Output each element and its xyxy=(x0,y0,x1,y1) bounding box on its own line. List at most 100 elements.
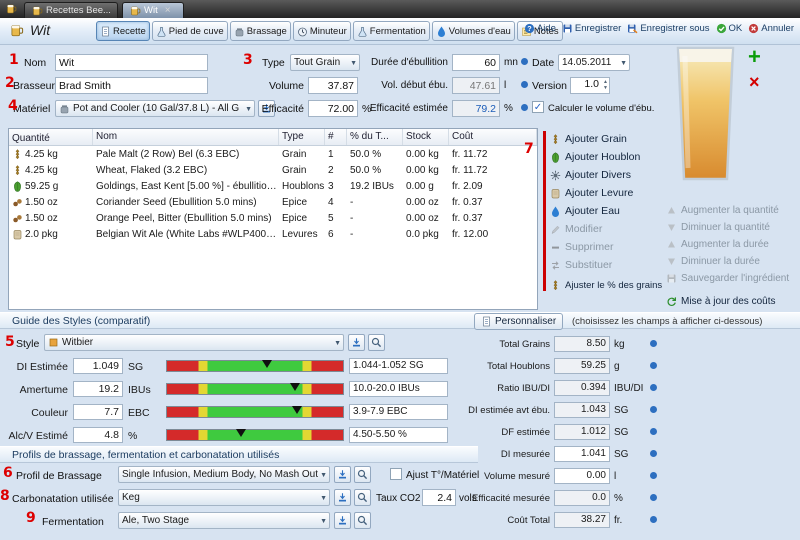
chevron-down-icon: ▼ xyxy=(350,60,357,67)
brassage-profile-value: Single Infusion, Medium Body, No Mash Ou… xyxy=(122,469,318,480)
nom-input[interactable] xyxy=(55,54,208,71)
toolbar-enregistrer-button[interactable]: Enregistrer xyxy=(562,23,621,34)
style-select[interactable]: Witbier ▼ xyxy=(44,334,344,351)
cell-name: Coriander Seed (Ebullition 5.0 mins) xyxy=(93,197,279,208)
column-header-[interactable]: # xyxy=(325,129,347,145)
version-stepper[interactable]: 1.0 ▲▼ xyxy=(570,77,610,94)
action-ajouter-grain[interactable]: Ajouter Grain xyxy=(550,131,627,147)
tab-close-icon[interactable]: × xyxy=(165,5,171,16)
action-label: Augmenter la quantité xyxy=(681,205,779,216)
carbonatation-select[interactable]: Keg ▼ xyxy=(118,489,330,506)
view-button-label: Recette xyxy=(113,26,146,37)
view-button-pied-de-cuve[interactable]: Pied de cuve xyxy=(152,21,228,41)
hop-icon xyxy=(12,181,23,192)
brasseur-input[interactable] xyxy=(55,77,208,94)
type-select[interactable]: Tout Grain ▼ xyxy=(290,54,360,71)
carbonatation-pick-button[interactable] xyxy=(334,489,351,506)
stat-unit: SG xyxy=(614,449,628,460)
brassage-profile-select[interactable]: Single Infusion, Medium Body, No Mash Ou… xyxy=(118,466,330,483)
info-dot-icon xyxy=(650,428,657,435)
cell-number: 3 xyxy=(325,181,347,192)
cell-stock: 0.0 pkg xyxy=(403,229,449,240)
stat-label: DI mesurée xyxy=(466,449,550,460)
tab-wit[interactable]: Wit × xyxy=(122,2,184,18)
gauge-range: 1.044-1.052 SG xyxy=(349,358,448,374)
efficacite-input[interactable] xyxy=(308,100,358,117)
cancel-icon xyxy=(748,23,759,34)
gauge-range: 3.9-7.9 EBC xyxy=(349,404,448,420)
yeast-icon xyxy=(12,229,23,240)
column-header-nom[interactable]: Nom xyxy=(93,129,279,145)
personnaliser-button[interactable]: Personnaliser xyxy=(474,313,563,330)
ingredient-row[interactable]: 4.25 kgWheat, Flaked (3.2 EBC)Grain250.0… xyxy=(9,162,537,178)
annotation-number-6: 6 xyxy=(3,466,13,480)
spinner-icon[interactable]: ▲▼ xyxy=(603,80,608,91)
add-image-button[interactable]: + xyxy=(748,46,761,68)
column-header-du-t[interactable]: % du T... xyxy=(347,129,403,145)
stat-value[interactable]: 1.041 xyxy=(554,446,610,462)
stat-row-di-mesur-e: DI mesurée 1.041 SG xyxy=(466,446,696,463)
view-button-recette[interactable]: Recette xyxy=(96,21,150,41)
action-mise-jour-des-co-ts[interactable]: Mise à jour des coûts xyxy=(666,293,776,309)
stat-row-di-estim-e-avt-bu: DI estimée avt ébu.1.043SG xyxy=(466,402,696,419)
action-ajuster-le-des-grains[interactable]: Ajuster le % des grains xyxy=(550,277,662,293)
duree-input[interactable] xyxy=(452,54,500,71)
column-header-type[interactable]: Type xyxy=(279,129,325,145)
action-ajouter-eau[interactable]: Ajouter Eau xyxy=(550,203,620,219)
toolbar-ok-button[interactable]: OK xyxy=(716,23,743,34)
carbonatation-search-button[interactable] xyxy=(354,489,371,506)
ingredient-row[interactable]: 1.50 oz Coriander Seed (Ebullition 5.0 mi… xyxy=(9,194,537,210)
view-button-brassage[interactable]: Brassage xyxy=(230,21,291,41)
style-search-button[interactable] xyxy=(368,334,385,351)
cell-number: 1 xyxy=(325,149,347,160)
view-button-minuteur[interactable]: Minuteur xyxy=(293,21,351,41)
view-button-volumes-d-eau[interactable]: Volumes d'eau xyxy=(432,21,515,41)
stat-unit: g xyxy=(614,361,620,372)
volume-input[interactable] xyxy=(308,77,358,94)
quantity-value: 1.50 oz xyxy=(25,197,58,208)
brassage-search-button[interactable] xyxy=(354,466,371,483)
yeast-icon xyxy=(550,188,561,199)
action-label: Sauvegarder l'ingrédient xyxy=(681,273,789,284)
style-pick-button[interactable] xyxy=(348,334,365,351)
action-ajouter-houblon[interactable]: Ajouter Houblon xyxy=(550,149,640,165)
gauge-bar xyxy=(166,383,344,395)
ingredient-row[interactable]: 59.25 gGoldings, East Kent [5.00 %] - éb… xyxy=(9,178,537,194)
style-swatch-icon xyxy=(48,337,59,348)
cell-percent: - xyxy=(347,229,403,240)
fermentation-search-button[interactable] xyxy=(354,512,371,529)
tab-recettes[interactable]: Recettes Bee... xyxy=(24,2,118,18)
column-header-quantit[interactable]: Quantité xyxy=(9,129,93,145)
cell-type: Grain xyxy=(279,149,325,160)
gauge-unit: SG xyxy=(128,361,143,373)
materiel-select[interactable]: Pot and Cooler (10 Gal/37.8 L) - All G ▼ xyxy=(55,100,255,117)
toolbar-annuler-button[interactable]: Annuler xyxy=(748,23,794,34)
toolbar-enregistrer-sous-button[interactable]: Enregistrer sous xyxy=(627,23,709,34)
action-ajouter-levure[interactable]: Ajouter Levure xyxy=(550,185,633,201)
view-button-fermentation[interactable]: Fermentation xyxy=(353,21,430,41)
ajust-checkbox[interactable] xyxy=(390,468,402,480)
info-dot-icon xyxy=(521,58,528,65)
ingredient-row[interactable]: 4.25 kgPale Malt (2 Row) Bel (6.3 EBC)Gr… xyxy=(9,146,537,162)
ingredient-row[interactable]: 2.0 pkgBelgian Wit Ale (White Labs #WLP4… xyxy=(9,226,537,242)
stat-value[interactable]: 0.00 xyxy=(554,468,610,484)
taux-co2-input[interactable] xyxy=(422,489,456,506)
stat-value: 1.043 xyxy=(554,402,610,418)
action-ajouter-divers[interactable]: Ajouter Divers xyxy=(550,167,631,183)
customize-hint: (choisissez les champs à afficher ci-des… xyxy=(572,316,762,327)
style-value: Witbier xyxy=(62,337,93,348)
remove-image-button[interactable]: × xyxy=(749,73,760,91)
fermentation-select[interactable]: Ale, Two Stage ▼ xyxy=(118,512,330,529)
calc-volume-checkbox[interactable]: ✓ xyxy=(532,101,544,113)
date-select[interactable]: 14.05.2011 ▼ xyxy=(558,54,630,71)
ingredient-row[interactable]: 1.50 ozOrange Peel, Bitter (Ebullition 5… xyxy=(9,210,537,226)
fermentation-pick-button[interactable] xyxy=(334,512,351,529)
toolbar-aide-button[interactable]: ?Aide xyxy=(524,23,556,34)
action-label: Ajouter Grain xyxy=(565,133,627,145)
stat-label: Total Houblons xyxy=(466,361,550,372)
column-header-stock[interactable]: Stock xyxy=(403,129,449,145)
brassage-pick-button[interactable] xyxy=(334,466,351,483)
hop-icon xyxy=(550,152,561,163)
gauge-bar xyxy=(166,360,344,372)
cell-cost: fr. 11.72 xyxy=(449,165,537,176)
